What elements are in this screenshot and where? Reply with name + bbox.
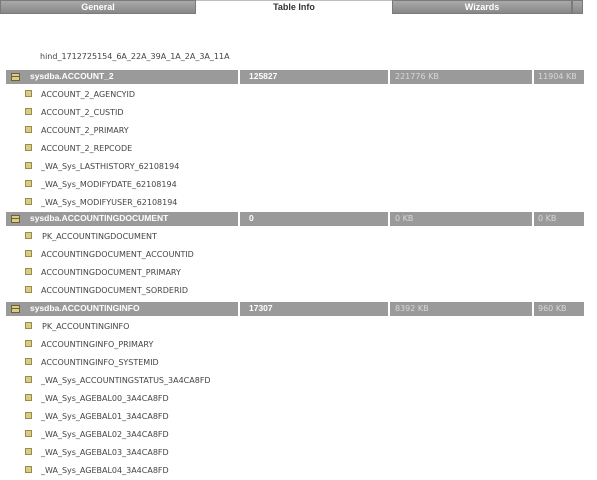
- table-row[interactable]: sysdba.ACCOUNTINGINFO 17307 8392 KB 960 …: [6, 302, 584, 316]
- list-item[interactable]: ACCOUNTINGINFO_SYSTEMID: [6, 354, 584, 372]
- list-item[interactable]: ACCOUNT_2_AGENCYID: [6, 86, 584, 104]
- list-item[interactable]: ACCOUNT_2_REPCODE: [6, 140, 584, 158]
- list-item[interactable]: ACCOUNT_2_CUSTID: [6, 104, 584, 122]
- list-item[interactable]: _WA_Sys_MODIFYUSER_62108194: [6, 194, 584, 212]
- index-name: _WA_Sys_AGEBAL02_3A4CA8FD: [41, 430, 169, 439]
- index-name: _WA_Sys_AGEBAL04_3A4CA8FD: [41, 466, 169, 475]
- index-name: ACCOUNTINGDOCUMENT_PRIMARY: [41, 268, 181, 277]
- list-item[interactable]: ACCOUNTINGINFO_PRIMARY: [6, 336, 584, 354]
- index-name: ACCOUNTINGDOCUMENT_ACCOUNTID: [41, 250, 194, 259]
- table-name: sysdba.ACCOUNTINGINFO: [30, 303, 140, 313]
- table-row-count: 0: [249, 213, 254, 223]
- index-icon: [25, 448, 32, 455]
- index-icon: [25, 394, 32, 401]
- index-icon: [25, 358, 32, 365]
- index-name: ACCOUNT_2_PRIMARY: [41, 126, 129, 135]
- table-name: sysdba.ACCOUNTINGDOCUMENT: [30, 213, 169, 223]
- table-row[interactable]: sysdba.ACCOUNT_2 125827 221776 KB 11904 …: [6, 70, 584, 84]
- index-icon: [25, 90, 32, 97]
- table-index-size: 0 KB: [538, 214, 557, 223]
- table-data-size: 0 KB: [395, 214, 414, 223]
- tab-bar: General Table Info Wizards: [0, 0, 597, 14]
- index-name: ACCOUNT_2_AGENCYID: [41, 90, 136, 99]
- index-icon: [25, 108, 32, 115]
- index-name: _WA_Sys_MODIFYDATE_62108194: [41, 180, 177, 189]
- index-icon: [25, 232, 32, 239]
- index-name: _WA_Sys_AGEBAL00_3A4CA8FD: [41, 394, 169, 403]
- index-name: _WA_Sys_AGEBAL01_3A4CA8FD: [41, 412, 169, 421]
- index-icon: [25, 430, 32, 437]
- index-icon: [25, 126, 32, 133]
- index-icon: [25, 466, 32, 473]
- list-item[interactable]: ACCOUNTINGDOCUMENT_SORDERID: [6, 282, 584, 300]
- index-name: ACCOUNTINGINFO_SYSTEMID: [41, 358, 159, 367]
- list-item[interactable]: _WA_Sys_AGEBAL02_3A4CA8FD: [6, 426, 584, 444]
- list-item[interactable]: PK_ACCOUNTINGDOCUMENT: [6, 228, 584, 246]
- table-data-size: 221776 KB: [395, 72, 439, 81]
- list-item[interactable]: PK_ACCOUNTINGINFO: [6, 318, 584, 336]
- index-icon: [25, 144, 32, 151]
- index-icon: [25, 286, 32, 293]
- index-name: _WA_Sys_MODIFYUSER_62108194: [41, 198, 178, 207]
- index-name: ACCOUNT_2_REPCODE: [41, 144, 133, 153]
- index-name: _WA_Sys_AGEBAL03_3A4CA8FD: [41, 448, 169, 457]
- table-index-size: 11904 KB: [538, 72, 577, 81]
- table-name: sysdba.ACCOUNT_2: [30, 71, 114, 81]
- tab-general[interactable]: General: [0, 0, 196, 14]
- index-name: _WA_Sys_LASTHISTORY_62108194: [41, 162, 180, 171]
- table-row-count: 17307: [249, 303, 273, 313]
- index-icon: [25, 180, 32, 187]
- list-item-label: hind_1712725154_6A_22A_39A_1A_2A_3A_11A: [40, 52, 230, 61]
- list-item[interactable]: _WA_Sys_AGEBAL00_3A4CA8FD: [6, 390, 584, 408]
- table-index-size: 960 KB: [538, 304, 567, 313]
- list-item[interactable]: ACCOUNTINGDOCUMENT_ACCOUNTID: [6, 246, 584, 264]
- index-icon: [25, 162, 32, 169]
- index-icon: [25, 412, 32, 419]
- index-name: ACCOUNTINGDOCUMENT_SORDERID: [41, 286, 189, 295]
- list-item[interactable]: hind_1712725154_6A_22A_39A_1A_2A_3A_11A: [6, 48, 584, 66]
- table-data-size: 8392 KB: [395, 304, 429, 313]
- list-item[interactable]: _WA_Sys_ACCOUNTINGSTATUS_3A4CA8FD: [6, 372, 584, 390]
- index-name: _WA_Sys_ACCOUNTINGSTATUS_3A4CA8FD: [41, 376, 211, 385]
- index-icon: [25, 250, 32, 257]
- index-icon: [25, 376, 32, 383]
- index-name: PK_ACCOUNTINGINFO: [42, 322, 130, 331]
- tab-wizards[interactable]: Wizards: [392, 0, 572, 14]
- index-name: PK_ACCOUNTINGDOCUMENT: [42, 232, 157, 241]
- index-icon: [25, 268, 32, 275]
- list-item[interactable]: ACCOUNTINGDOCUMENT_PRIMARY: [6, 264, 584, 282]
- list-item[interactable]: ACCOUNT_2_PRIMARY: [6, 122, 584, 140]
- list-item[interactable]: _WA_Sys_MODIFYDATE_62108194: [6, 176, 584, 194]
- table-row-count: 125827: [249, 71, 278, 81]
- list-item[interactable]: _WA_Sys_AGEBAL03_3A4CA8FD: [6, 444, 584, 462]
- index-icon: [25, 322, 32, 329]
- index-name: ACCOUNT_2_CUSTID: [41, 108, 124, 117]
- list-item[interactable]: _WA_Sys_LASTHISTORY_62108194: [6, 158, 584, 176]
- index-icon: [25, 198, 32, 205]
- table-row[interactable]: sysdba.ACCOUNTINGDOCUMENT 0 0 KB 0 KB: [6, 212, 584, 226]
- tab-bar-end: [572, 0, 583, 14]
- list-item[interactable]: _WA_Sys_AGEBAL04_3A4CA8FD: [6, 462, 584, 480]
- list-item[interactable]: _WA_Sys_AGEBAL01_3A4CA8FD: [6, 408, 584, 426]
- tab-table-info[interactable]: Table Info: [196, 0, 392, 14]
- index-icon: [25, 340, 32, 347]
- index-name: ACCOUNTINGINFO_PRIMARY: [41, 340, 154, 349]
